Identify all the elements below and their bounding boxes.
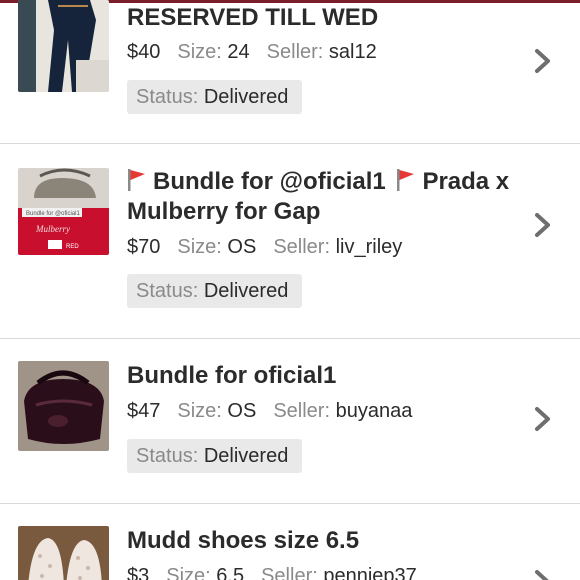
size-label: Size:	[166, 565, 211, 580]
chevron-right-icon[interactable]	[533, 211, 553, 239]
item-seller[interactable]: pennjep37	[323, 565, 416, 580]
jeans-photo-thumbnail[interactable]	[18, 0, 109, 92]
leather-bag-photo-thumbnail[interactable]	[18, 361, 109, 451]
item-size: OS	[227, 236, 257, 258]
bag-and-shirt-photo-thumbnail[interactable]: Bundle for @oficial1 Mulberry RED	[18, 168, 109, 255]
item-seller[interactable]: buyanaa	[336, 400, 413, 422]
chevron-right-icon[interactable]	[533, 568, 553, 580]
item-meta: $47 Size: OS Seller: buyanaa	[127, 399, 412, 423]
item-title[interactable]: Bundle for oficial1	[127, 361, 547, 391]
item-title[interactable]: RESERVED TILL WED	[127, 3, 547, 33]
status-badge: Status: Delivered	[127, 439, 303, 473]
item-seller[interactable]: liv_riley	[336, 236, 403, 258]
item-price: $3	[127, 565, 150, 580]
status-value: Delivered	[203, 86, 289, 108]
item-size: 24	[227, 41, 250, 63]
red-flag-icon	[397, 169, 415, 191]
status-badge: Status: Delivered	[127, 274, 303, 308]
chevron-right-icon[interactable]	[533, 405, 553, 433]
list-item[interactable]: RESERVED TILL WED $40 Size: 24 Seller: sal…	[0, 0, 580, 142]
status-label: Status:	[136, 86, 199, 108]
jeans-photo	[18, 0, 109, 92]
bag-and-shirt-photo: Bundle for @oficial1 Mulberry RED	[18, 168, 109, 255]
size-label: Size:	[177, 400, 222, 422]
chevron-right-icon[interactable]	[533, 47, 553, 75]
list-item[interactable]: Mudd shoes size 6.5 $3 Size: 6.5 Seller: p…	[0, 504, 580, 580]
status-label: Status:	[136, 280, 199, 302]
seller-label: Seller:	[273, 400, 331, 422]
status-value: Delivered	[203, 280, 289, 302]
list-item[interactable]: Bundle for oficial1 $47 Size: OS Seller: b…	[0, 339, 580, 502]
item-title[interactable]: Mudd shoes size 6.5	[127, 526, 547, 556]
size-label: Size:	[177, 236, 222, 258]
item-size: OS	[227, 400, 257, 422]
item-price: $47	[127, 400, 161, 422]
thumb-caption: Bundle for @oficial1	[26, 211, 80, 217]
leather-bag-photo	[18, 361, 109, 451]
status-label: Status:	[136, 445, 199, 467]
item-size: 6.5	[216, 565, 245, 580]
item-title[interactable]: Bundle for @oficial1 Prada x Mulberry fo…	[127, 167, 547, 227]
seller-label: Seller:	[261, 565, 318, 580]
item-meta: $3 Size: 6.5 Seller: pennjep37	[127, 564, 417, 580]
seller-label: Seller:	[266, 41, 324, 63]
seller-label: Seller:	[273, 236, 331, 258]
thumb-red-text: RED	[66, 244, 79, 250]
status-value: Delivered	[203, 445, 289, 467]
thumb-logo-text: Mulberry	[35, 224, 70, 234]
item-seller[interactable]: sal12	[329, 41, 377, 63]
shoes-photo	[18, 526, 109, 580]
item-meta: $70 Size: OS Seller: liv_riley	[127, 235, 402, 259]
title-part-1: Bundle for @oficial1	[153, 168, 386, 195]
size-label: Size:	[177, 41, 222, 63]
list-item[interactable]: Bundle for @oficial1 Mulberry RED Bundle…	[0, 144, 580, 337]
red-flag-icon	[128, 169, 145, 191]
item-meta: $40 Size: 24 Seller: sal12	[127, 40, 377, 64]
item-price: $40	[127, 41, 161, 63]
shoes-photo-thumbnail[interactable]	[18, 526, 109, 580]
item-price: $70	[127, 236, 161, 258]
status-badge: Status: Delivered	[127, 80, 303, 114]
